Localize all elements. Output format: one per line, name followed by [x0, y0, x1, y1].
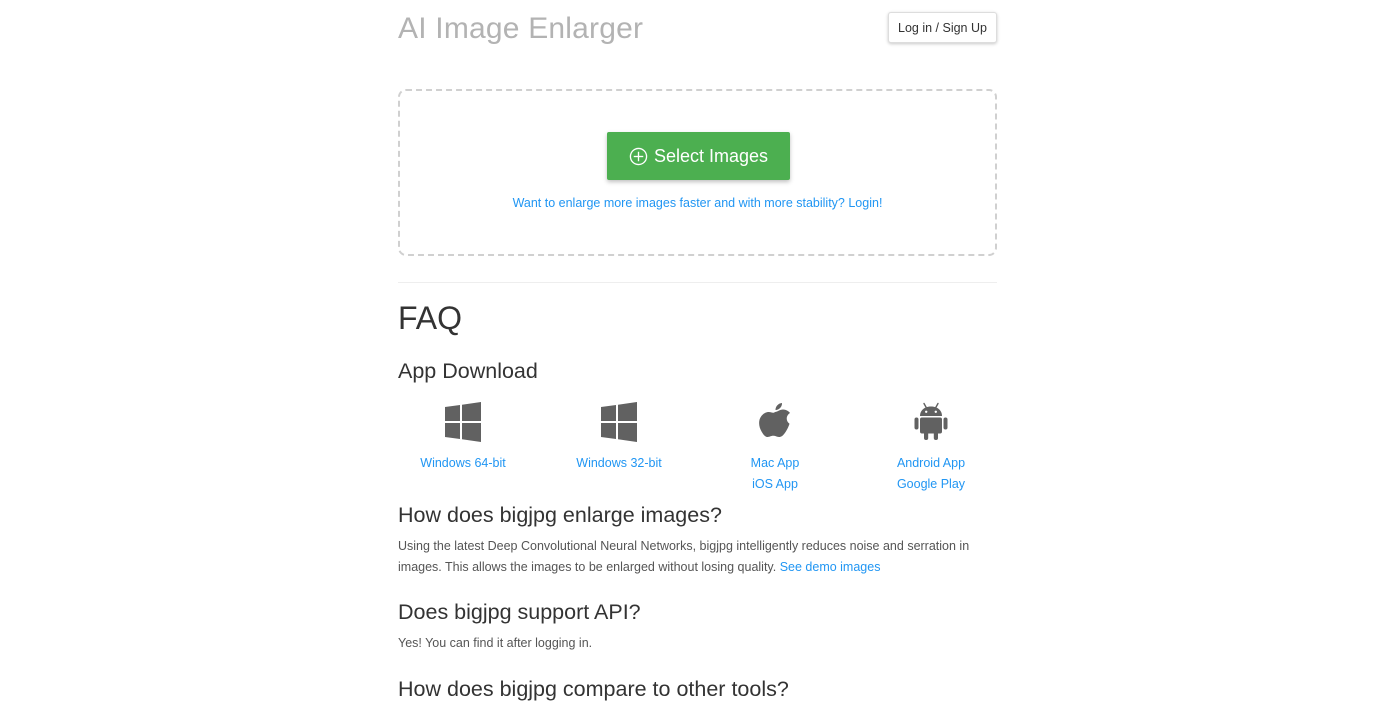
- mac-app-link[interactable]: Mac App: [710, 453, 840, 474]
- windows-64-link[interactable]: Windows 64-bit: [398, 453, 528, 474]
- faq-title: FAQ: [398, 300, 463, 336]
- upload-dropzone[interactable]: Select Images Want to enlarge more image…: [398, 89, 997, 256]
- app-apple: Mac App iOS App: [710, 400, 840, 494]
- plus-circle-icon: [629, 147, 648, 165]
- ios-app-link[interactable]: iOS App: [710, 474, 840, 495]
- google-play-link[interactable]: Google Play: [866, 474, 996, 495]
- faq-api-answer: Yes! You can find it after logging in.: [398, 636, 593, 650]
- android-app-link[interactable]: Android App: [866, 453, 996, 474]
- login-signup-button[interactable]: Log in / Sign Up: [888, 12, 997, 43]
- apple-icon: [759, 403, 790, 437]
- windows-32-link[interactable]: Windows 32-bit: [554, 453, 684, 474]
- app-android: Android App Google Play: [866, 400, 996, 494]
- select-images-button[interactable]: Select Images: [607, 132, 790, 180]
- windows-icon: [445, 402, 481, 442]
- faq-api-heading: Does bigjpg support API?: [398, 600, 641, 624]
- app-download-heading: App Download: [398, 359, 538, 383]
- divider: [398, 282, 997, 283]
- faq-enlarge-heading: How does bigjpg enlarge images?: [398, 503, 722, 527]
- windows-icon: [601, 402, 637, 442]
- faq-compare-heading: How does bigjpg compare to other tools?: [398, 677, 789, 701]
- app-windows-64: Windows 64-bit: [398, 400, 528, 474]
- login-upsell-link[interactable]: Want to enlarge more images faster and w…: [400, 196, 995, 210]
- faq-enlarge-answer: Using the latest Deep Convolutional Neur…: [398, 536, 997, 577]
- select-images-label: Select Images: [653, 145, 769, 166]
- demo-images-link[interactable]: See demo images: [780, 560, 881, 574]
- app-windows-32: Windows 32-bit: [554, 400, 684, 474]
- site-title: AI Image Enlarger: [398, 12, 644, 45]
- android-icon: [914, 402, 948, 440]
- faq-enlarge-text: Using the latest Deep Convolutional Neur…: [398, 539, 970, 574]
